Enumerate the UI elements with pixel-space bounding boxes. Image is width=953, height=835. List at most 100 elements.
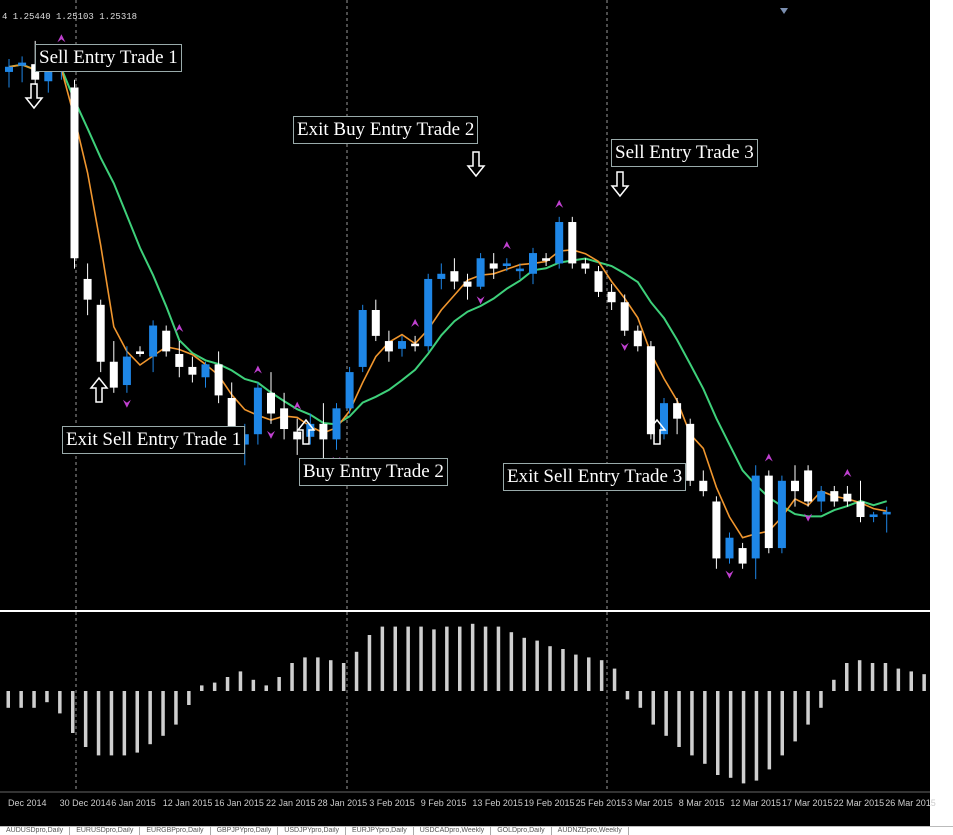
histogram-bar [32, 691, 36, 708]
candle-body [398, 341, 406, 349]
candle-body [384, 341, 393, 352]
histogram-bar [664, 691, 668, 736]
histogram-bar [909, 671, 913, 691]
histogram-bar [857, 660, 862, 691]
candle-body [869, 514, 878, 518]
histogram-bar [587, 657, 591, 691]
histogram-bar [109, 691, 114, 756]
candle-body [830, 491, 839, 502]
candle-body [581, 263, 590, 269]
candle-body [502, 263, 511, 267]
candle-body [371, 310, 380, 336]
histogram-bar [741, 691, 746, 784]
histogram-bar [290, 663, 294, 691]
histogram-bar [458, 626, 462, 691]
candle-body [424, 278, 433, 347]
histogram-bar [354, 651, 359, 691]
histogram-bar [367, 635, 372, 691]
candle-body [712, 501, 721, 559]
candle-body [489, 263, 498, 269]
x-axis-tick-label: 6 Jan 2015 [111, 798, 156, 808]
annotation-sell-entry-trade-1: Sell Entry Trade 1 [35, 44, 182, 72]
histogram-bar [625, 691, 630, 700]
x-axis-tick-label: Dec 2014 [8, 798, 47, 808]
candle-body [83, 278, 92, 300]
ohlc-header: 4 1.25440 1.25103 1.25318 [2, 12, 138, 22]
histogram-bar [174, 691, 178, 725]
candle-body [280, 408, 289, 430]
candle-body [777, 480, 786, 549]
histogram-bar [187, 691, 191, 705]
candle-body [843, 493, 852, 502]
x-axis-tick-label: 8 Mar 2015 [679, 798, 725, 808]
candle-body [332, 408, 341, 440]
histogram-bar [419, 626, 423, 691]
histogram-bar [19, 691, 23, 708]
candle-body [253, 387, 262, 435]
x-axis-tick-label: 22 Jan 2015 [266, 798, 316, 808]
histogram-bar [58, 691, 62, 714]
x-axis-tick-label: 25 Feb 2015 [576, 798, 627, 808]
histogram-bar [599, 660, 604, 691]
candle-body [804, 470, 813, 502]
histogram-bar [341, 663, 346, 691]
histogram-bar [277, 677, 281, 691]
histogram-bar [200, 685, 204, 691]
x-axis-tick-label: 13 Feb 2015 [472, 798, 523, 808]
candle-body [607, 291, 616, 303]
chart-window[interactable]: Dec 2014 30 Dec 2014 6 Jan 2015 12 Jan 2015… [0, 0, 953, 835]
candle-body [5, 66, 13, 72]
histogram-bar [716, 691, 720, 775]
histogram-bar [535, 640, 539, 691]
candle-body [751, 475, 760, 559]
candle-body [437, 273, 446, 279]
candle-body [725, 537, 734, 559]
histogram-bar [574, 654, 578, 691]
candle-body [162, 330, 171, 352]
histogram-bar [238, 671, 243, 691]
histogram-bar [690, 691, 694, 756]
x-axis-tick-label: 12 Mar 2015 [730, 798, 781, 808]
histogram-bar [71, 691, 75, 733]
candle-body [188, 366, 197, 375]
annotation-buy-entry-trade-2: Buy Entry Trade 2 [299, 458, 448, 486]
histogram-bar [561, 649, 565, 691]
x-axis-tick-label: 26 Mar 2015 [885, 798, 936, 808]
histogram-bar [870, 663, 875, 691]
histogram-bar [483, 626, 488, 691]
histogram-bar [135, 691, 139, 753]
histogram-bar [148, 691, 152, 745]
histogram-bar [251, 679, 256, 691]
histogram-bar [432, 629, 436, 691]
candle-body [791, 480, 799, 492]
annotation-exit-buy-entry-trade-2: Exit Buy Entry Trade 2 [293, 116, 479, 144]
histogram-bar [303, 657, 307, 691]
histogram-bar [703, 691, 707, 764]
x-axis-tick-label: 30 Dec 2014 [60, 798, 111, 808]
candle-body [411, 343, 420, 347]
histogram-bar [677, 691, 681, 747]
histogram-bar [922, 674, 926, 691]
x-axis-tick-label: 17 Mar 2015 [782, 798, 833, 808]
candle-body [345, 372, 354, 409]
candle-body [529, 253, 537, 274]
candle-body [555, 222, 564, 264]
candle-body [136, 351, 144, 354]
histogram-bar [767, 691, 772, 770]
histogram-bar [754, 691, 759, 781]
x-axis-tick-label: 3 Feb 2015 [369, 798, 415, 808]
candle-body [817, 491, 826, 502]
candle-body [96, 304, 105, 362]
histogram-bar [225, 677, 230, 691]
candle-body [882, 511, 891, 515]
candle-body [149, 325, 158, 357]
candle-body [214, 364, 223, 396]
histogram-bar [728, 691, 733, 778]
x-axis-tick-label: 19 Feb 2015 [524, 798, 575, 808]
candle-body [267, 392, 275, 414]
candle-body [764, 475, 773, 549]
histogram-bar [329, 660, 333, 691]
histogram-bar [845, 663, 849, 691]
candle-body [699, 480, 708, 492]
candle-body [70, 87, 79, 259]
